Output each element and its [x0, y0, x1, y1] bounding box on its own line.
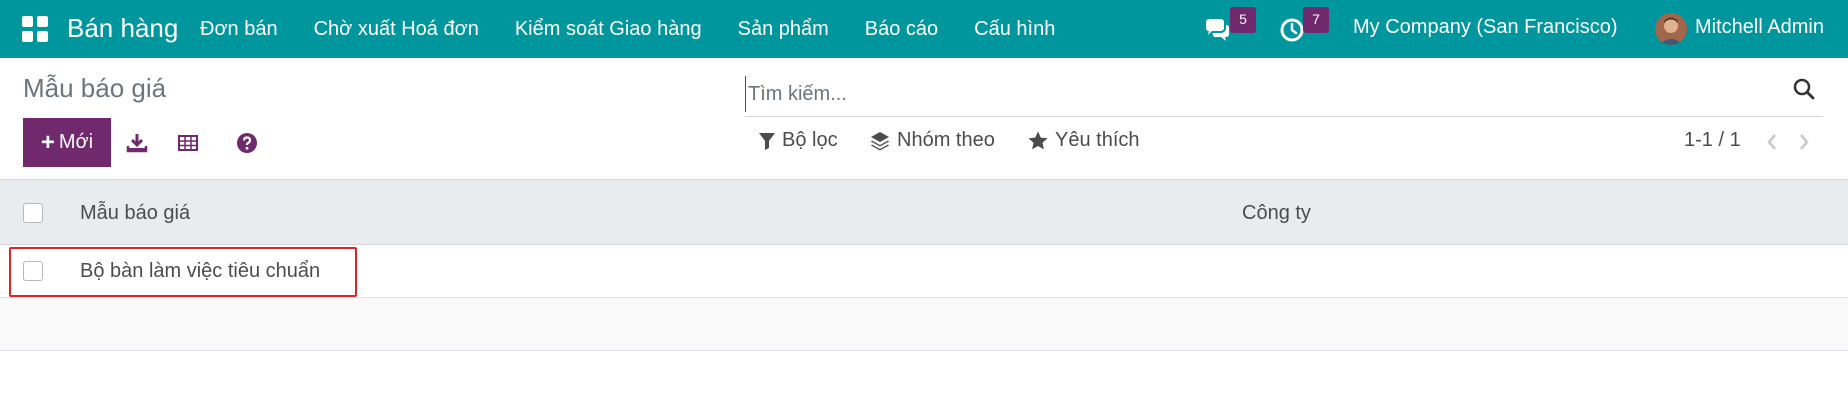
chevron-right-icon[interactable]	[1795, 131, 1813, 153]
column-header-template[interactable]: Mẫu báo giá	[80, 202, 190, 225]
group-by-button[interactable]: Nhóm theo	[869, 129, 995, 152]
new-button[interactable]: + Mới	[23, 118, 111, 167]
pager-value[interactable]: 1-1 / 1	[1684, 129, 1741, 152]
search-bar	[745, 72, 1823, 117]
user-menu[interactable]: Mitchell Admin	[1695, 16, 1824, 39]
main-menu: Đơn bán Chờ xuất Hoá đơn Kiểm soát Giao …	[200, 0, 1091, 58]
menu-item-orders[interactable]: Đơn bán	[200, 18, 278, 41]
top-navbar: Bán hàng Đơn bán Chờ xuất Hoá đơn Kiểm s…	[0, 0, 1848, 58]
messages-badge: 5	[1230, 7, 1256, 33]
menu-item-configuration[interactable]: Cấu hình	[974, 18, 1055, 41]
apps-grid-icon[interactable]	[22, 16, 48, 42]
star-icon	[1028, 131, 1048, 149]
plus-icon: +	[40, 128, 55, 156]
group-by-label: Nhóm theo	[897, 129, 995, 151]
table-row[interactable]: Bộ bàn làm việc tiêu chuẩn	[0, 246, 1848, 298]
user-avatar[interactable]	[1655, 13, 1687, 45]
table-icon[interactable]	[176, 131, 200, 155]
row-checkbox[interactable]	[23, 261, 43, 281]
favorites-button[interactable]: Yêu thích	[1027, 129, 1140, 152]
search-icon[interactable]	[1791, 76, 1817, 102]
download-icon[interactable]	[125, 131, 149, 155]
menu-item-reporting[interactable]: Báo cáo	[865, 18, 938, 41]
page-title: Mẫu báo giá	[23, 73, 167, 103]
search-input[interactable]	[745, 76, 1765, 112]
list-header: Mẫu báo giá Công ty	[0, 179, 1848, 245]
filters-button[interactable]: Bộ lọc	[758, 129, 838, 152]
favorites-label: Yêu thích	[1055, 129, 1140, 151]
activities-badge: 7	[1303, 7, 1329, 33]
clock-icon[interactable]	[1278, 16, 1306, 44]
row-template-name[interactable]: Bộ bàn làm việc tiêu chuẩn	[80, 260, 320, 283]
filter-icon	[759, 132, 775, 150]
filters-label: Bộ lọc	[782, 129, 838, 151]
menu-item-delivery-control[interactable]: Kiểm soát Giao hàng	[515, 18, 702, 41]
company-switcher[interactable]: My Company (San Francisco)	[1353, 16, 1618, 39]
app-name[interactable]: Bán hàng	[67, 11, 178, 45]
menu-item-products[interactable]: Sản phẩm	[738, 18, 829, 41]
chat-icon[interactable]	[1203, 16, 1231, 44]
new-button-label: Mới	[58, 131, 94, 153]
layers-icon	[871, 131, 889, 150]
empty-row	[0, 298, 1848, 351]
help-icon[interactable]	[235, 131, 259, 155]
chevron-left-icon[interactable]	[1763, 131, 1781, 153]
select-all-checkbox[interactable]	[23, 203, 43, 223]
menu-item-to-invoice[interactable]: Chờ xuất Hoá đơn	[314, 18, 479, 41]
column-header-company[interactable]: Công ty	[1242, 202, 1311, 225]
